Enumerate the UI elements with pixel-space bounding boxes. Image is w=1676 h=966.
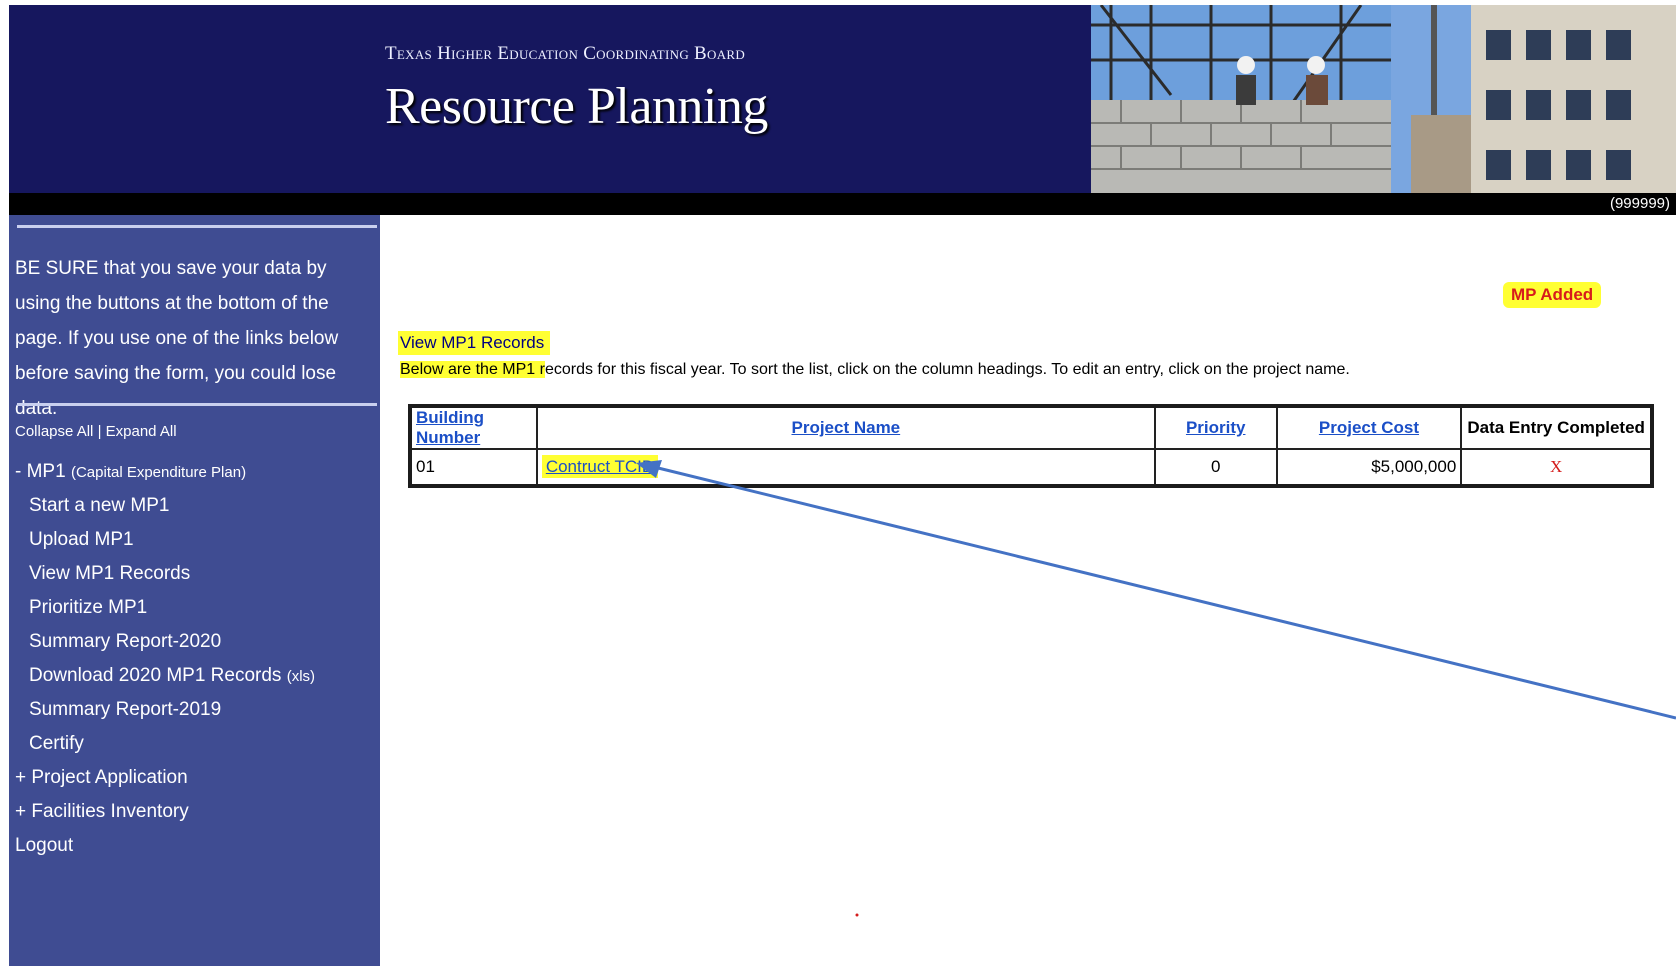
sort-priority-link[interactable]: Priority xyxy=(1186,418,1246,437)
mp1-header-label: - MP1 xyxy=(15,461,66,482)
sidebar-item-summary-report-2020[interactable]: Summary Report-2020 xyxy=(15,625,315,659)
cell-project-cost: $5,000,000 xyxy=(1275,448,1463,487)
org-name: Texas Higher Education Coordinating Boar… xyxy=(385,43,746,64)
mp1-records-table: Building Number Project Name Priority Pr… xyxy=(408,404,1654,488)
construction-photo-image xyxy=(1091,5,1676,193)
sidebar-item-upload-mp1[interactable]: Upload MP1 xyxy=(15,523,315,557)
sidebar-divider xyxy=(17,403,377,406)
sidebar-item-start-new-mp1[interactable]: Start a new MP1 xyxy=(15,489,315,523)
col-data-entry-completed: Data Entry Completed xyxy=(1460,405,1653,450)
cell-priority: 0 xyxy=(1153,448,1278,487)
instructions: Below are the MP1 records for this fisca… xyxy=(400,361,1350,379)
banner-text: Texas Higher Education Coordinating Boar… xyxy=(385,43,768,136)
sort-project-name-link[interactable]: Project Name xyxy=(791,418,900,437)
col-project-name: Project Name xyxy=(535,405,1156,450)
sidebar-item-logout[interactable]: Logout xyxy=(15,829,315,863)
sidebar-item-summary-report-2019[interactable]: Summary Report-2019 xyxy=(15,693,315,727)
collapse-all-link[interactable]: Collapse All xyxy=(15,423,93,440)
save-warning: BE SURE that you save your data by using… xyxy=(15,258,339,419)
sidebar-item-download-2020-records[interactable]: Download 2020 MP1 Records (xls) xyxy=(15,659,315,693)
expand-all-link[interactable]: Expand All xyxy=(106,423,177,440)
mp1-header-subtitle: (Capital Expenditure Plan) xyxy=(70,464,247,481)
collapse-expand-controls: Collapse All | Expand All xyxy=(15,423,177,440)
main-content xyxy=(380,215,1676,966)
sidebar-item-prioritize-mp1[interactable]: Prioritize MP1 xyxy=(15,591,315,625)
app-title: Resource Planning xyxy=(385,78,768,135)
sort-building-number-link[interactable]: Building Number xyxy=(416,408,484,447)
sidebar-nav: - MP1 (Capital Expenditure Plan) Start a… xyxy=(15,455,315,863)
sidebar-group-facilities-inventory[interactable]: + Facilities Inventory xyxy=(15,795,315,829)
incomplete-x-icon: X xyxy=(1460,448,1653,487)
mp-added-badge: MP Added xyxy=(1503,282,1602,308)
sidebar-divider-top xyxy=(17,225,377,228)
status-bar: (999999) xyxy=(9,193,1676,215)
sidebar-group-project-application[interactable]: + Project Application xyxy=(15,761,315,795)
table-header-row: Building Number Project Name Priority Pr… xyxy=(409,405,1653,450)
header-construction-photo xyxy=(1091,5,1676,193)
col-building-number: Building Number xyxy=(409,405,538,450)
sort-project-cost-link[interactable]: Project Cost xyxy=(1319,418,1419,437)
download-records-label: Download 2020 MP1 Records xyxy=(29,665,282,686)
header-banner: Texas Higher Education Coordinating Boar… xyxy=(9,5,1676,193)
sidebar-group-mp1[interactable]: - MP1 (Capital Expenditure Plan) xyxy=(15,455,315,489)
user-id: (999999) xyxy=(1609,195,1670,212)
col-project-cost: Project Cost xyxy=(1275,405,1463,450)
download-format-suffix: (xls) xyxy=(286,668,316,685)
table-row: 01 Contruct TCID 0 $5,000,000 X xyxy=(409,448,1653,487)
sidebar-item-certify[interactable]: Certify xyxy=(15,727,315,761)
sidebar: BE SURE that you save your data by using… xyxy=(9,215,380,966)
cell-building-number: 01 xyxy=(409,448,538,487)
col-priority: Priority xyxy=(1153,405,1278,450)
section-title: View MP1 Records xyxy=(398,331,551,355)
instructions-highlighted: Below are the MP1 r xyxy=(400,361,545,378)
instructions-rest: ecords for this fiscal year. To sort the… xyxy=(544,361,1350,378)
cell-project-name: Contruct TCID xyxy=(535,448,1156,487)
sidebar-item-view-mp1-records[interactable]: View MP1 Records xyxy=(15,557,315,591)
project-name-link[interactable]: Contruct TCID xyxy=(541,455,659,478)
separator: | xyxy=(97,423,102,440)
